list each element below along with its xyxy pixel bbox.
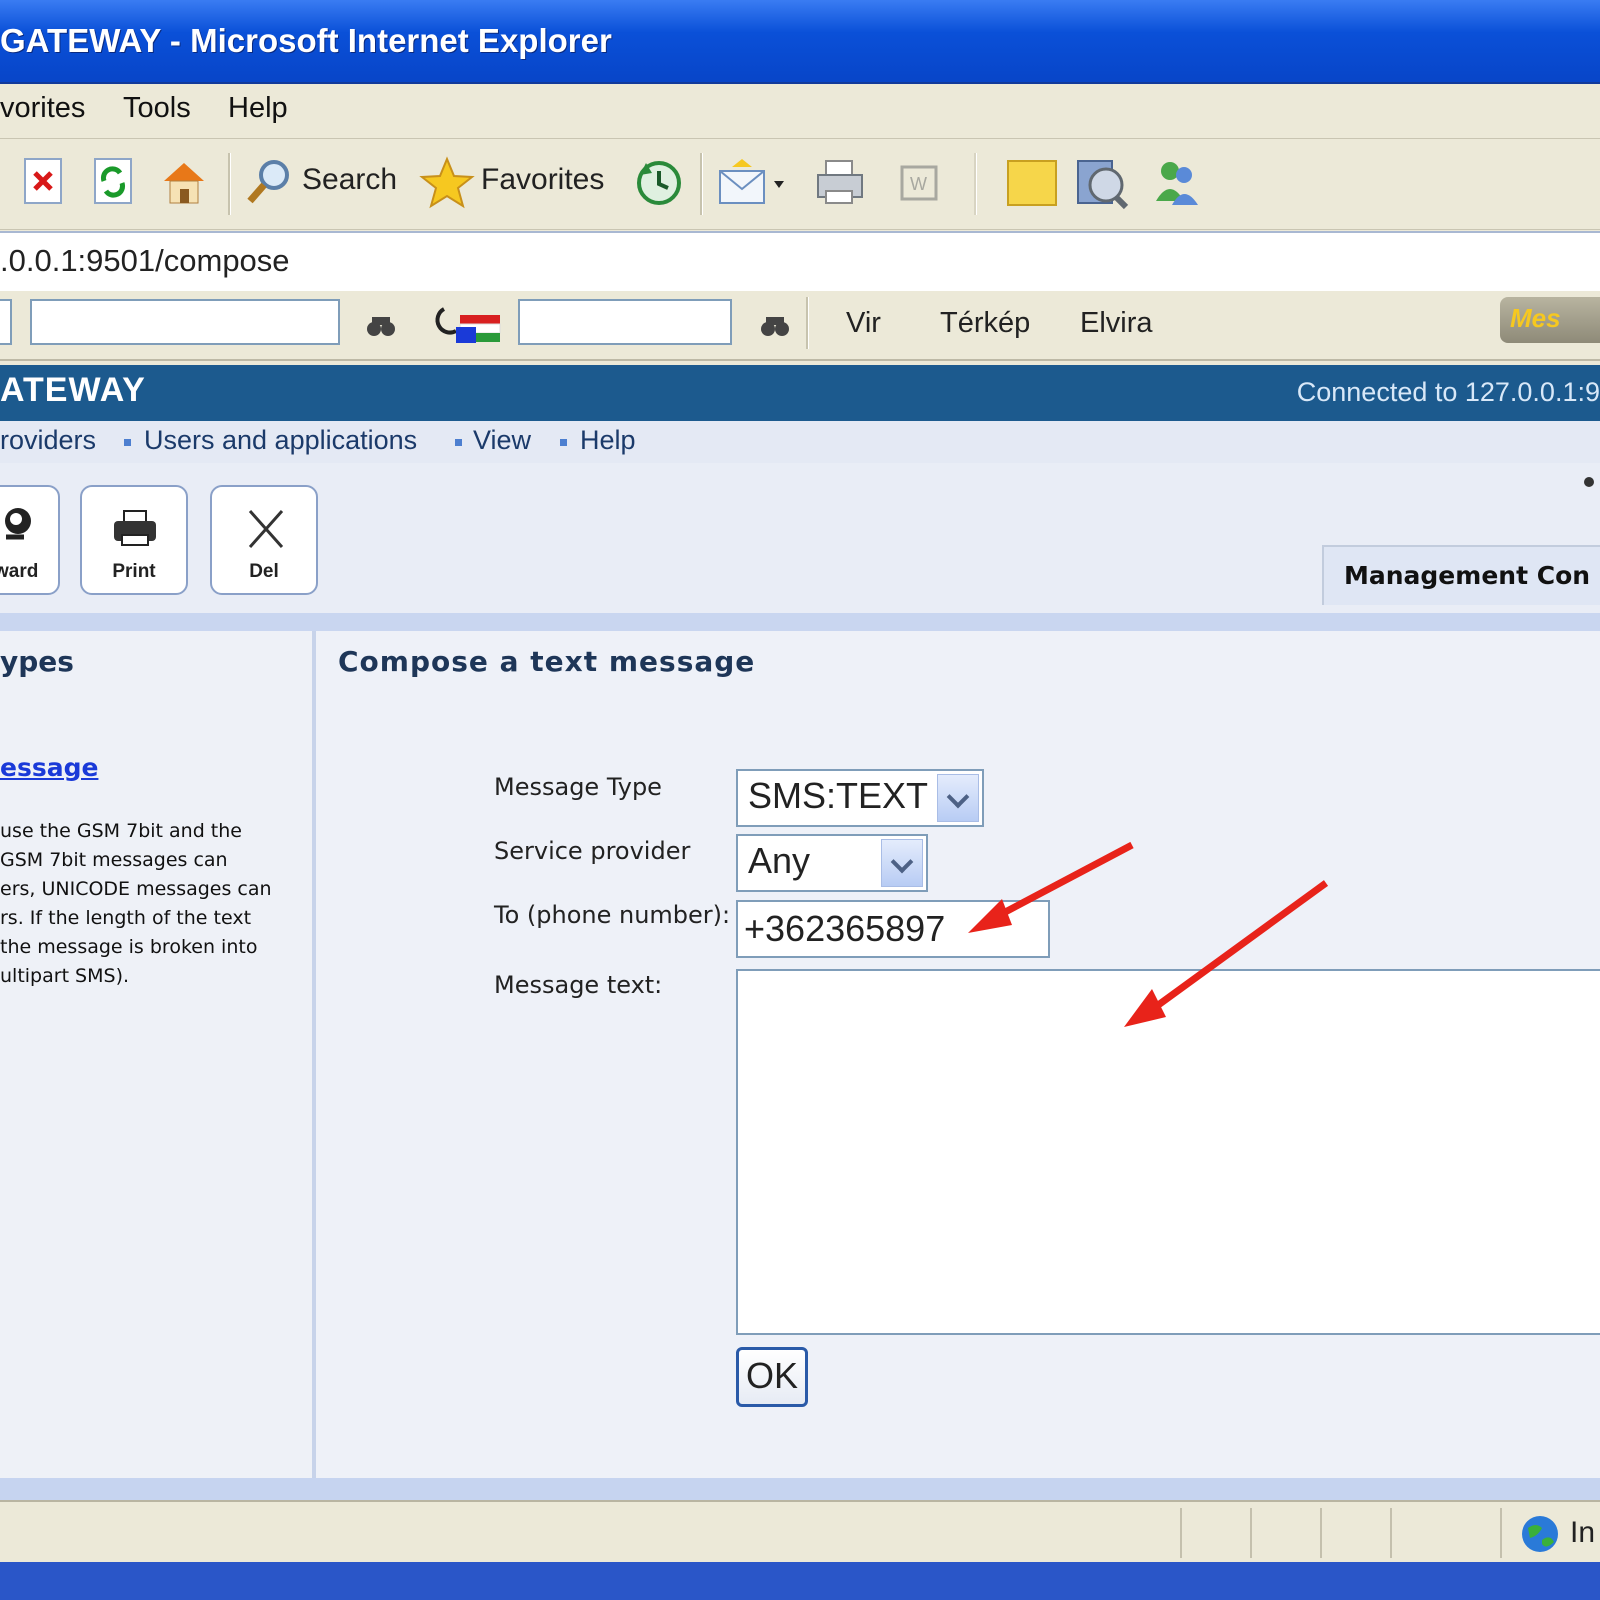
search-button-label[interactable]: Search	[302, 163, 397, 197]
nav-bullet	[560, 439, 567, 446]
print-label: Print	[112, 561, 156, 582]
status-bar: In	[0, 1500, 1600, 1564]
nav-users-and-applications[interactable]: Users and applications	[144, 425, 417, 456]
link-vir[interactable]: Vir	[846, 307, 881, 340]
red-arrow-icon	[968, 841, 1134, 933]
menu-tools[interactable]: Tools	[123, 92, 191, 125]
link-elvira[interactable]: Elvira	[1080, 307, 1153, 340]
toolbar-dot-icon	[1584, 477, 1594, 487]
print-icon[interactable]	[814, 157, 863, 207]
favorites-star-icon[interactable]	[419, 156, 475, 209]
custom-toolbar: Vir Térkép Elvira Mes	[0, 291, 1600, 361]
nav-providers[interactable]: roviders	[0, 425, 96, 456]
svg-text:W: W	[910, 174, 927, 194]
taskbar-edge	[0, 1562, 1600, 1600]
nav-view[interactable]: View	[473, 425, 531, 456]
menu-bar: vorites Tools Help	[0, 84, 1600, 139]
folder-icon[interactable]	[1006, 157, 1057, 207]
nav-bullet	[455, 439, 462, 446]
status-cell	[1180, 1508, 1182, 1558]
status-cell	[1250, 1508, 1252, 1558]
stop-icon[interactable]	[22, 157, 68, 207]
internet-zone-globe-icon	[1520, 1514, 1560, 1558]
annotation-arrows	[968, 841, 1329, 1027]
status-cell	[1390, 1508, 1392, 1558]
app-header: ATEWAY Connected to 127.0.0.1:9	[0, 365, 1600, 421]
app-nav: roviders Users and applications View Hel…	[0, 421, 1600, 463]
home-icon[interactable]	[160, 157, 206, 207]
tab-management-console[interactable]: Management Con	[1322, 545, 1600, 605]
address-url[interactable]: .0.0.1:9501/compose	[0, 243, 290, 279]
binoculars-icon[interactable]	[366, 313, 396, 345]
window-title-bar[interactable]: GATEWAY - Microsoft Internet Explorer	[0, 0, 1600, 84]
binoculars-icon-2[interactable]	[760, 313, 790, 345]
favorites-button-label[interactable]: Favorites	[481, 163, 604, 197]
messenger-badge-text: Mes	[1510, 303, 1561, 333]
app-toolbar: ward Print Del Management Con	[0, 463, 1600, 613]
print-button[interactable]: Print	[80, 485, 188, 595]
connection-status: Connected to 127.0.0.1:9	[1296, 377, 1600, 407]
forward-icon	[5, 508, 31, 540]
nav-help[interactable]: Help	[580, 425, 636, 456]
window-title: GATEWAY - Microsoft Internet Explorer	[0, 22, 612, 59]
toolbar-search-input-2[interactable]	[518, 299, 732, 345]
media-icon[interactable]	[1076, 157, 1129, 210]
language-flag-icon[interactable]	[430, 301, 504, 351]
address-bar[interactable]: .0.0.1:9501/compose	[0, 231, 1600, 293]
internet-zone-label: In	[1570, 1516, 1596, 1549]
printer-icon	[114, 510, 156, 546]
search-icon[interactable]	[244, 157, 290, 207]
red-arrow-icon	[1124, 880, 1329, 1027]
toolbar-dropdown-edge[interactable]	[0, 299, 12, 345]
app-brand: ATEWAY	[0, 371, 146, 409]
content-bottom-strip	[0, 1478, 1600, 1500]
toolbar-search-input-1[interactable]	[30, 299, 340, 345]
menu-help[interactable]: Help	[228, 92, 288, 125]
status-cell	[1320, 1508, 1322, 1558]
messenger-icon[interactable]	[1150, 157, 1198, 207]
delete-label: Del	[249, 561, 279, 582]
delete-button[interactable]: Del	[210, 485, 318, 595]
edit-icon[interactable]: W	[898, 157, 944, 207]
history-icon[interactable]	[634, 157, 681, 207]
main-area: ypes essage use the GSM 7bit and the GSM…	[0, 613, 1600, 1478]
forward-button[interactable]: ward	[0, 485, 60, 595]
messenger-badge[interactable]: Mes	[1500, 297, 1600, 343]
delete-x-icon	[248, 510, 284, 548]
nav-bullet	[124, 439, 131, 446]
status-cell	[1500, 1508, 1502, 1558]
browser-toolbar: Search Favorites W	[0, 139, 1600, 230]
refresh-icon[interactable]	[92, 157, 138, 207]
menu-favorites[interactable]: vorites	[0, 92, 85, 125]
mail-icon[interactable]	[718, 157, 784, 207]
forward-label: ward	[0, 561, 39, 582]
link-terkep[interactable]: Térkép	[940, 307, 1030, 340]
